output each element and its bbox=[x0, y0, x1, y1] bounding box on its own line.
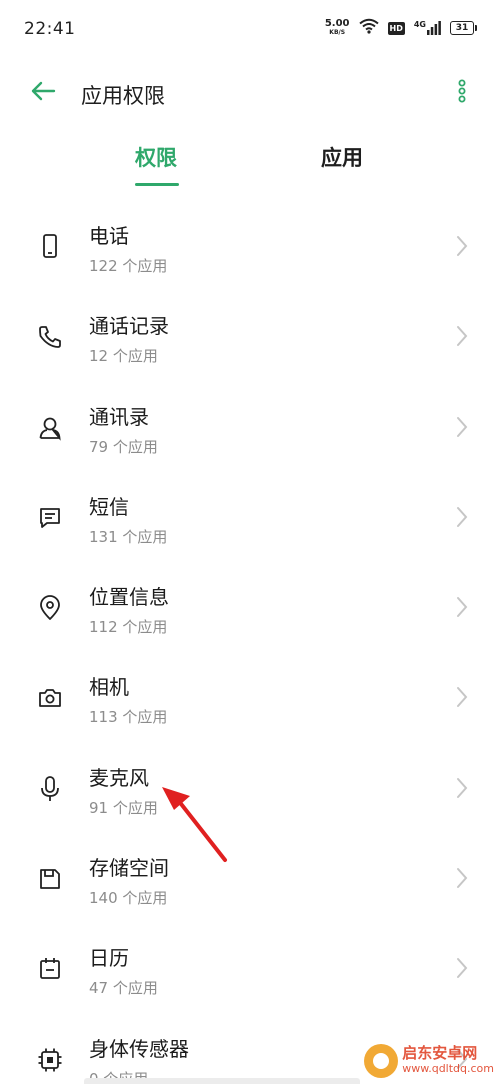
hd-badge: HD bbox=[387, 21, 405, 35]
phone-device-icon bbox=[36, 233, 64, 261]
tab-permissions[interactable]: 权限 bbox=[135, 142, 177, 172]
network-speed-value: 5.00 bbox=[324, 18, 350, 29]
chevron-right-icon bbox=[454, 955, 470, 981]
permission-title: 通话记录 bbox=[89, 314, 169, 339]
calendar-icon bbox=[36, 955, 64, 983]
body-sensor-icon bbox=[36, 1046, 64, 1074]
permission-list: 电话 122 个应用 通话记录 12 个应用 通讯录 79 个应用 短信 131… bbox=[0, 200, 500, 1084]
status-icons: 5.00 KB/S HD 4G 31 bbox=[325, 18, 477, 38]
network-type-label: 4G bbox=[413, 20, 426, 29]
status-bar: 22:41 5.00 KB/S HD 4G 31 bbox=[0, 0, 500, 60]
chevron-right-icon bbox=[454, 775, 470, 801]
permission-app-count: 113 个应用 bbox=[89, 708, 168, 727]
call-log-icon bbox=[36, 323, 64, 351]
page-title: 应用权限 bbox=[81, 84, 165, 108]
screen: 22:41 5.00 KB/S HD 4G 31 应用权限 权限 应用 电话 1… bbox=[0, 0, 500, 1084]
camera-icon bbox=[36, 684, 64, 712]
permission-item-camera[interactable]: 相机 113 个应用 bbox=[0, 651, 500, 741]
permission-title: 麦克风 bbox=[89, 765, 149, 790]
network-speed-unit: KB/S bbox=[329, 29, 346, 36]
permission-item-call-log[interactable]: 通话记录 12 个应用 bbox=[0, 290, 500, 380]
permission-item-microphone[interactable]: 麦克风 91 个应用 bbox=[0, 742, 500, 832]
status-time: 22:41 bbox=[24, 19, 76, 39]
permission-app-count: 91 个应用 bbox=[89, 798, 158, 817]
permission-app-count: 140 个应用 bbox=[89, 889, 168, 908]
cellular-signal-icon: 4G bbox=[414, 21, 441, 35]
sms-icon bbox=[36, 504, 64, 532]
permission-title: 短信 bbox=[89, 494, 129, 519]
permission-item-contacts[interactable]: 通讯录 79 个应用 bbox=[0, 381, 500, 471]
battery-icon: 31 bbox=[450, 21, 477, 35]
tab-apps[interactable]: 应用 bbox=[321, 142, 363, 172]
title-bar: 应用权限 bbox=[0, 62, 500, 124]
permission-title: 通讯录 bbox=[89, 404, 149, 429]
chevron-right-icon bbox=[454, 594, 470, 620]
permission-title: 身体传感器 bbox=[89, 1036, 189, 1061]
chevron-right-icon bbox=[454, 504, 470, 530]
permission-item-location[interactable]: 位置信息 112 个应用 bbox=[0, 561, 500, 651]
wifi-icon bbox=[358, 18, 379, 38]
permission-app-count: 112 个应用 bbox=[89, 618, 168, 637]
watermark: 启东安卓网 www.qdltdq.com bbox=[364, 1044, 494, 1078]
permission-item-calendar[interactable]: 日历 47 个应用 bbox=[0, 922, 500, 1012]
network-speed: 5.00 KB/S bbox=[325, 19, 350, 37]
permission-title: 日历 bbox=[89, 946, 129, 971]
more-vertical-icon bbox=[457, 79, 467, 107]
watermark-logo-icon bbox=[364, 1044, 399, 1078]
chevron-right-icon bbox=[454, 233, 470, 259]
watermark-title: 启东安卓网 bbox=[402, 1044, 478, 1062]
bottom-scroll-shadow bbox=[84, 1078, 360, 1084]
permission-app-count: 122 个应用 bbox=[89, 257, 168, 275]
contacts-icon bbox=[36, 414, 64, 442]
permission-title: 相机 bbox=[89, 675, 129, 700]
tab-bar: 权限 应用 bbox=[0, 130, 500, 190]
tab-indicator bbox=[135, 183, 179, 186]
back-button[interactable] bbox=[26, 76, 60, 110]
permission-app-count: 12 个应用 bbox=[89, 347, 158, 366]
chevron-right-icon bbox=[454, 684, 470, 710]
chevron-right-icon bbox=[454, 865, 470, 891]
watermark-text: 启东安卓网 www.qdltdq.com bbox=[402, 1045, 494, 1077]
chevron-right-icon bbox=[454, 414, 470, 440]
permission-title: 位置信息 bbox=[89, 585, 169, 610]
permission-app-count: 47 个应用 bbox=[89, 979, 158, 998]
arrow-left-icon bbox=[30, 81, 56, 105]
permission-item-storage[interactable]: 存储空间 140 个应用 bbox=[0, 832, 500, 922]
permission-title: 电话 bbox=[89, 224, 129, 248]
permission-title: 存储空间 bbox=[89, 856, 169, 881]
permission-item-sms[interactable]: 短信 131 个应用 bbox=[0, 471, 500, 561]
battery-level: 31 bbox=[455, 23, 469, 33]
permission-app-count: 79 个应用 bbox=[89, 437, 158, 456]
permission-item-phone[interactable]: 电话 122 个应用 bbox=[0, 200, 500, 290]
more-options-button[interactable] bbox=[448, 76, 476, 110]
permission-app-count: 131 个应用 bbox=[89, 527, 168, 546]
location-icon bbox=[36, 594, 64, 622]
microphone-icon bbox=[36, 775, 64, 803]
chevron-right-icon bbox=[454, 323, 470, 349]
storage-icon bbox=[36, 865, 64, 893]
watermark-url: www.qdltdq.com bbox=[402, 1062, 494, 1075]
